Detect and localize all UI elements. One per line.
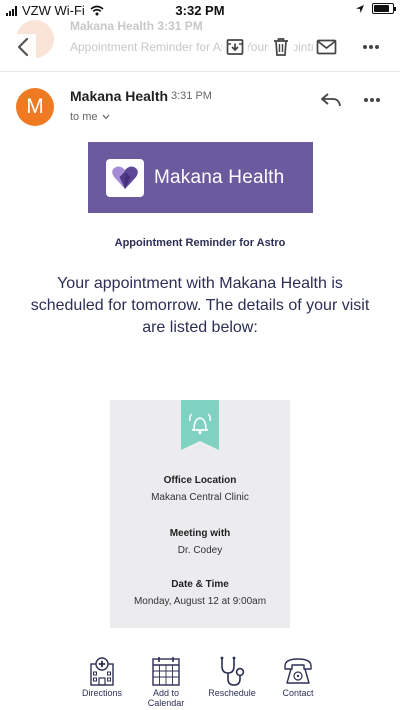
brand-banner: Makana Health — [88, 142, 313, 213]
archive-button[interactable] — [222, 34, 248, 60]
more-icon — [363, 45, 379, 49]
directions-label: Directions — [81, 688, 122, 698]
date-time-label: Date & Time — [171, 579, 229, 590]
office-location-label: Office Location — [163, 475, 237, 486]
hospital-icon — [86, 655, 118, 687]
delete-button[interactable] — [268, 34, 294, 60]
contact-link[interactable]: Contact — [268, 655, 328, 698]
email-subject: Appointment Reminder for Astro — [114, 237, 286, 249]
recipient-details-toggle[interactable]: to me — [70, 111, 110, 123]
reply-button[interactable] — [318, 89, 344, 111]
stethoscope-icon — [216, 655, 248, 687]
add-to-calendar-label: Add to Calendar — [147, 688, 185, 708]
telephone-icon — [282, 655, 314, 687]
bell-ribbon-icon — [181, 400, 219, 450]
sender-name[interactable]: Makana Health — [70, 88, 168, 104]
brand-logo — [106, 158, 144, 197]
chevron-down-icon — [102, 114, 109, 120]
sent-time: 3:31 PM — [171, 90, 212, 102]
status-right — [355, 3, 396, 14]
appointment-details-card: Office Location Makana Central Clinic Me… — [110, 400, 290, 628]
location-arrow-icon — [356, 4, 364, 13]
reschedule-link[interactable]: Reschedule — [202, 655, 262, 698]
recipient-label: to me — [70, 111, 98, 123]
sender-avatar[interactable]: M — [16, 88, 54, 126]
calendar-icon — [150, 655, 182, 687]
reply-icon — [321, 93, 341, 107]
heart-logo-icon — [112, 165, 138, 189]
brand-name: Makana Health — [154, 166, 285, 188]
intro-text: Your appointment with Makana Health is s… — [30, 275, 370, 336]
email-screen: VZW Wi-Fi 3:32 PM Makana Health 3:31 PM … — [0, 0, 400, 710]
back-button[interactable] — [10, 34, 36, 60]
meeting-with-label: Meeting with — [169, 528, 231, 539]
mark-unread-button[interactable] — [313, 34, 339, 60]
battery-icon — [372, 3, 396, 14]
contact-label: Contact — [282, 688, 314, 698]
ghost-sender: Makana Health 3:31 PM — [70, 19, 203, 33]
more-options-button[interactable] — [358, 34, 384, 60]
reschedule-label: Reschedule — [208, 688, 256, 698]
battery-level — [374, 5, 390, 12]
more-icon — [364, 98, 380, 102]
trash-icon — [274, 38, 288, 56]
back-arrow-icon — [17, 37, 29, 57]
status-bar: VZW Wi-Fi 3:32 PM — [0, 0, 400, 20]
add-to-calendar-link[interactable]: Add to Calendar — [136, 655, 196, 708]
date-time-value: Monday, August 12 at 9:00am — [133, 596, 267, 607]
message-more-button[interactable] — [359, 89, 385, 111]
status-time: 3:32 PM — [175, 3, 225, 18]
office-location-value: Makana Central Clinic — [151, 492, 249, 503]
directions-link[interactable]: Directions — [72, 655, 132, 698]
archive-icon — [226, 39, 244, 55]
toolbar: Makana Health 3:31 PM Appointment Remind… — [0, 19, 400, 72]
mail-icon — [316, 39, 336, 55]
ghost-time: 3:31 PM — [157, 19, 203, 33]
meeting-with-value: Dr. Codey — [177, 545, 223, 556]
